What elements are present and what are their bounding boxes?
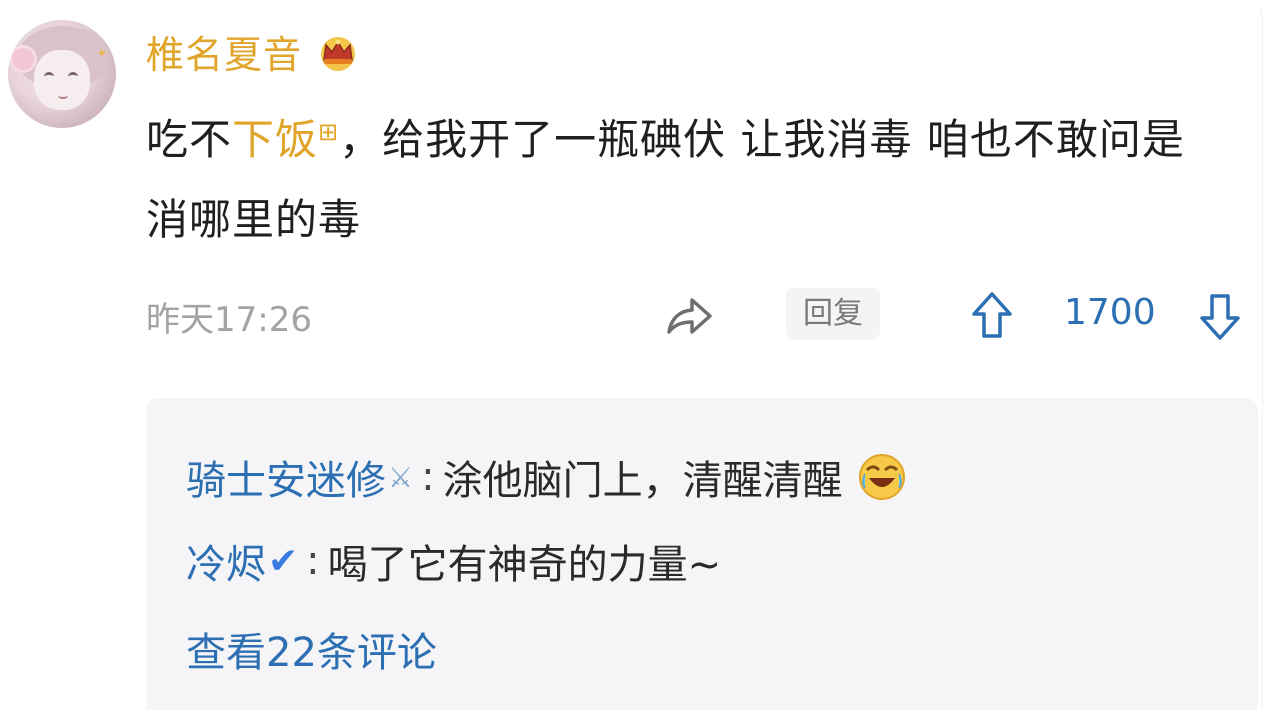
view-more-comments-link[interactable]: 查看22条评论	[186, 620, 437, 678]
reply-author[interactable]: 冷烬	[186, 532, 266, 590]
reply-item: 骑士安迷修 ⚔ : 涂他脑门上，清醒清醒	[186, 448, 907, 506]
avatar[interactable]: ✦	[8, 20, 116, 128]
avatar-eye	[68, 72, 78, 81]
comment-topic-link[interactable]: 下饭	[232, 115, 318, 164]
avatar-flower	[12, 48, 34, 70]
thumb-up-icon[interactable]	[970, 290, 1014, 342]
checkmark-icon: ✔	[268, 540, 299, 582]
reply-separator: :	[306, 538, 320, 584]
crown-icon	[321, 36, 356, 71]
avatar-eye	[44, 72, 54, 81]
reply-text: 喝了它有神奇的力量~	[327, 542, 722, 588]
share-icon[interactable]	[664, 292, 716, 340]
timestamp: 昨天17:26	[146, 300, 312, 340]
username-row: 椎名夏音	[146, 24, 360, 79]
swords-icon: ⚔	[388, 460, 414, 494]
avatar-face	[34, 50, 90, 110]
reply-item: 冷烬 ✔ : 喝了它有神奇的力量~	[186, 532, 721, 590]
lunchbox-icon: ⊞	[318, 118, 340, 146]
reply-author[interactable]: 骑士安迷修	[186, 448, 386, 506]
thumb-down-icon[interactable]	[1198, 290, 1242, 342]
reply-separator: :	[421, 454, 435, 500]
reply-button[interactable]: 回复	[786, 288, 880, 340]
username[interactable]: 椎名夏音	[146, 24, 302, 79]
avatar-star: ✦	[96, 46, 108, 62]
laugh-cry-emoji	[858, 454, 905, 500]
comment-card: ✦ 椎名夏音 吃不下饭⊞，给我开了一瓶碘伏 让我消毒 咱也不敢问是消哪里的毒 昨…	[0, 0, 1263, 710]
avatar-mouth	[58, 92, 68, 99]
reply-text: 涂他脑门上，清醒清醒	[442, 458, 843, 504]
comment-text-start: 吃不	[146, 115, 233, 164]
like-count: 1700	[1064, 292, 1156, 333]
reply-preview-box: 骑士安迷修 ⚔ : 涂他脑门上，清醒清醒 冷烬 ✔ : 喝了它有神奇的力量~ 查…	[146, 398, 1258, 710]
comment-body: 吃不下饭⊞，给我开了一瓶碘伏 让我消毒 咱也不敢问是消哪里的毒	[146, 92, 1226, 260]
